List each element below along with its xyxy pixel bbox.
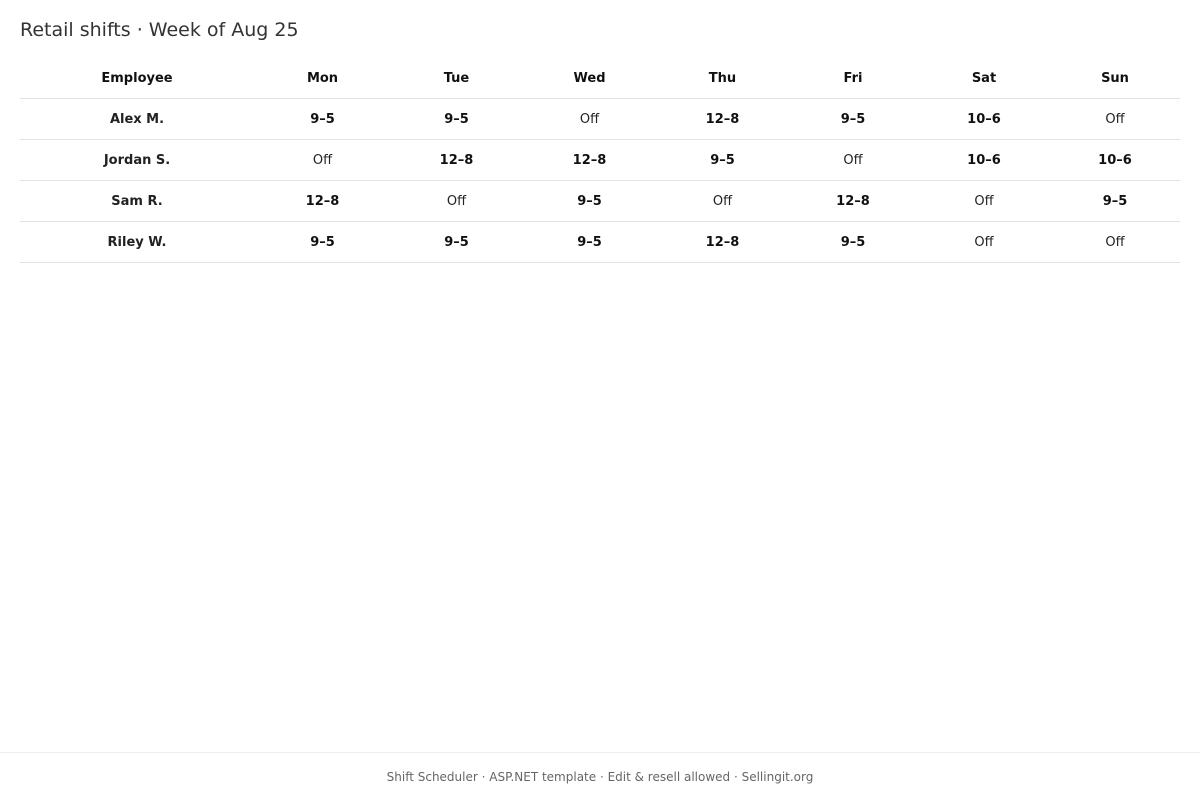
shift-cell: 9–5 [1050, 180, 1180, 222]
shift-cell: 10–6 [918, 139, 1050, 181]
shift-cell: 9–5 [522, 180, 657, 222]
shift-cell: Off [391, 180, 522, 222]
column-header-fri: Fri [788, 58, 918, 99]
shift-cell: 9–5 [391, 98, 522, 140]
column-header-thu: Thu [657, 58, 788, 99]
table-row: Alex M. 9–5 9–5 Off 12–8 9–5 10–6 Off [20, 98, 1180, 140]
page-title: Retail shifts · Week of Aug 25 [20, 19, 299, 41]
shift-cell: 12–8 [788, 180, 918, 222]
shift-cell: 9–5 [788, 98, 918, 140]
shift-cell: 9–5 [522, 221, 657, 263]
shift-cell: Off [918, 221, 1050, 263]
shift-schedule-table: Employee Mon Tue Wed Thu Fri Sat Sun Ale… [20, 58, 1180, 263]
page: Retail shifts · Week of Aug 25 Employee … [0, 0, 1200, 800]
shift-cell: 9–5 [254, 221, 391, 263]
column-header-sat: Sat [918, 58, 1050, 99]
shift-cell: Off [1050, 221, 1180, 263]
shift-cell: Off [918, 180, 1050, 222]
shift-cell: 10–6 [1050, 139, 1180, 181]
table-row: Riley W. 9–5 9–5 9–5 12–8 9–5 Off Off [20, 221, 1180, 263]
employee-name: Riley W. [20, 221, 254, 263]
table-header-row: Employee Mon Tue Wed Thu Fri Sat Sun [20, 58, 1180, 99]
column-header-tue: Tue [391, 58, 522, 99]
column-header-mon: Mon [254, 58, 391, 99]
shift-cell: 9–5 [254, 98, 391, 140]
employee-name: Alex M. [20, 98, 254, 140]
shift-cell: 9–5 [657, 139, 788, 181]
column-header-sun: Sun [1050, 58, 1180, 99]
shift-cell: 12–8 [391, 139, 522, 181]
table-row: Sam R. 12–8 Off 9–5 Off 12–8 Off 9–5 [20, 180, 1180, 222]
shift-cell: Off [1050, 98, 1180, 140]
employee-name: Sam R. [20, 180, 254, 222]
shift-cell: Off [522, 98, 657, 140]
column-header-wed: Wed [522, 58, 657, 99]
shift-cell: Off [788, 139, 918, 181]
shift-cell: 12–8 [254, 180, 391, 222]
shift-cell: 12–8 [522, 139, 657, 181]
shift-cell: Off [254, 139, 391, 181]
shift-cell: 9–5 [391, 221, 522, 263]
table-row: Jordan S. Off 12–8 12–8 9–5 Off 10–6 10–… [20, 139, 1180, 181]
shift-cell: 9–5 [788, 221, 918, 263]
column-header-employee: Employee [20, 58, 254, 99]
shift-cell: Off [657, 180, 788, 222]
employee-name: Jordan S. [20, 139, 254, 181]
table-body: Alex M. 9–5 9–5 Off 12–8 9–5 10–6 Off Jo… [20, 98, 1180, 263]
shift-cell: 12–8 [657, 221, 788, 263]
page-footer: Shift Scheduler · ASP.NET template · Edi… [0, 752, 1200, 800]
shift-cell: 12–8 [657, 98, 788, 140]
shift-cell: 10–6 [918, 98, 1050, 140]
